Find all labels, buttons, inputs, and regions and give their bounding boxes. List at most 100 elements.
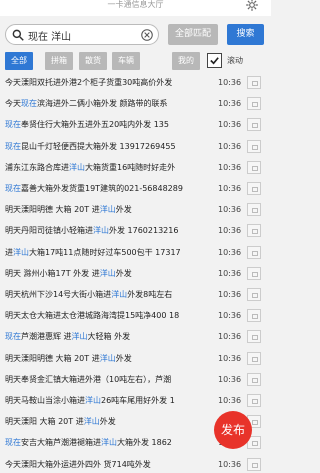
search-button[interactable]: 搜索 — [227, 24, 264, 45]
text-segment: 外发8吨左右 — [127, 290, 173, 299]
list-item-text: 今天溧阳双托进外港2个柜子货重30吨高价外发 — [5, 74, 210, 91]
copy-icon[interactable] — [247, 97, 261, 111]
filter-row: 全部 拼箱 散货 车辆 我的 滚动 — [0, 52, 271, 70]
text-segment: 外发 — [115, 268, 132, 278]
text-segment: 明天丹阳司徒镇小轻箱进 — [5, 226, 93, 236]
scroll-checkbox[interactable] — [207, 53, 222, 68]
text-segment: 外发 1760213216 — [109, 226, 179, 236]
keyword-highlight: 洋山 — [85, 396, 101, 405]
list-item-time: 10:36 — [218, 268, 242, 278]
text-segment: 嘉善大箱外发货重19T建筑的021-56848289 — [21, 184, 183, 193]
copy-icon[interactable] — [247, 372, 261, 386]
text-segment: 明天溧阳 大箱 20T 进 — [5, 417, 84, 427]
list-item-text: 进洋山大箱17吨11点随时好过车500包干 17317 — [5, 244, 210, 261]
copy-icon[interactable] — [247, 394, 261, 407]
copy-icon[interactable] — [247, 224, 261, 238]
list-item[interactable]: 今天溧阳大箱外运进外四外 货714吨外发 10:36 — [0, 456, 271, 473]
list-item-time: 10:36 — [218, 374, 242, 384]
keyword-highlight: 洋山 — [99, 268, 116, 278]
copy-icon[interactable] — [247, 309, 261, 323]
list-item[interactable]: 现在嘉善大箱外发货重19T建筑的021-56848289 10:36 — [0, 180, 271, 197]
text-segment: 外发 — [115, 205, 132, 215]
gear-icon[interactable] — [245, 0, 259, 12]
text-segment: 安吉大箱芦潮港褪箱进 — [21, 438, 101, 448]
copy-icon[interactable] — [247, 457, 261, 471]
list-item-time: 10:36 — [218, 141, 242, 151]
copy-icon[interactable] — [247, 118, 261, 132]
text-segment: 明天溧阳明德 大箱 20T 进 — [5, 205, 100, 215]
copy-icon[interactable] — [247, 245, 261, 259]
copy-icon[interactable] — [247, 139, 261, 153]
top-bar: 一卡通信息大厅 — [0, 0, 271, 16]
publish-button[interactable]: 发布 — [214, 411, 252, 449]
list-item-time: 10:36 — [218, 290, 242, 299]
list-item[interactable]: 明天奉贤金汇镇大箱进外港（10吨左右），芦潮 10:36 — [0, 371, 271, 388]
list-item-text: 现在奉贤住行大箱外五进外五20吨内外发 135 — [5, 116, 210, 133]
list-item-text: 明天溧阳明德 大箱 20T 进洋山外发 — [5, 201, 210, 218]
text-segment: 大箱货重16吨随时好走外 — [85, 162, 176, 172]
list-item-text: 明天杭州下沙14号大街小箱进洋山外发8吨左右 — [5, 286, 210, 303]
match-all-button[interactable]: 全部匹配 — [168, 24, 218, 45]
list-item[interactable]: 明天丹阳司徒镇小轻箱进洋山外发 1760213216 10:36 — [0, 222, 271, 239]
list-item-text: 现在安吉大箱芦潮港褪箱进洋山大箱外发 1862 — [5, 434, 210, 451]
text-segment: 今天溧阳双托进外港2个柜子货重30吨高价外发 — [5, 78, 173, 87]
copy-icon[interactable] — [247, 203, 261, 217]
copy-icon[interactable] — [247, 160, 261, 174]
keyword-highlight: 洋山 — [69, 162, 85, 172]
list-item[interactable]: 明天 滁州小箱17T 外发 进洋山外发 10:36 — [0, 265, 271, 282]
text-segment: 进 — [5, 247, 13, 257]
copy-icon[interactable] — [247, 351, 261, 365]
list-item[interactable]: 今天溧阳双托进外港2个柜子货重30吨高价外发 10:36 — [0, 74, 271, 91]
copy-icon[interactable] — [247, 266, 261, 280]
list-item[interactable]: 明天溧阳明德 大箱 20T 进洋山外发 10:36 — [0, 201, 271, 218]
list-item[interactable]: 明天溧阳明德 大箱 20T 进洋山外发 10:36 — [0, 350, 271, 367]
search-input[interactable] — [28, 27, 138, 43]
search-box[interactable] — [5, 24, 159, 45]
keyword-highlight: 洋山 — [101, 438, 117, 448]
keyword-highlight: 现在 — [5, 184, 21, 193]
filter-bulk[interactable]: 散货 — [79, 52, 107, 70]
copy-icon[interactable] — [247, 76, 261, 89]
list-item-text: 明天奉贤金汇镇大箱进外港（10吨左右），芦潮 — [5, 371, 210, 388]
filter-vehicle[interactable]: 车辆 — [112, 52, 140, 70]
keyword-highlight: 洋山 — [99, 205, 116, 215]
list-item[interactable]: 明天马鞍山当涂小箱进洋山26吨车尾用好外发 1 10:36 — [0, 392, 271, 409]
list-item[interactable]: 今天现在滨海进外二俩小箱外发 颜路带的联系 10:36 — [0, 95, 271, 112]
list-item-text: 现在嘉善大箱外发货重19T建筑的021-56848289 — [5, 180, 210, 197]
copy-icon[interactable] — [247, 288, 261, 301]
list-item[interactable]: 现在芦潮港惠辉 进洋山大轻箱 外发 10:36 — [0, 328, 271, 345]
list-item[interactable]: 明天杭州下沙14号大街小箱进洋山外发8吨左右 10:36 — [0, 286, 271, 303]
list-item-text: 现在芦潮港惠辉 进洋山大轻箱 外发 — [5, 328, 210, 345]
list-item-time: 10:36 — [218, 205, 242, 215]
search-row: 全部匹配 搜索 — [0, 18, 271, 50]
list-item[interactable]: 现在奉贤住行大箱外五进外五20吨内外发 135 10:36 — [0, 116, 271, 133]
text-segment: 明天溧阳明德 大箱 20T 进 — [5, 353, 100, 363]
list-item-time: 10:36 — [218, 78, 242, 87]
text-segment: 滨海进外二俩小箱外发 颜路带的联系 — [37, 99, 168, 109]
filter-all[interactable]: 全部 — [5, 52, 33, 70]
list-item-text: 明天丹阳司徒镇小轻箱进洋山外发 1760213216 — [5, 222, 210, 239]
keyword-highlight: 洋山 — [83, 417, 100, 427]
list-item[interactable]: 现在昆山千灯轻便西提大箱外发 13917269455 10:36 — [0, 138, 271, 155]
text-segment: 芦潮港惠辉 进 — [21, 332, 72, 342]
text-segment: 明天奉贤金汇镇大箱进外港（10吨左右），芦潮 — [5, 374, 172, 384]
clear-icon[interactable] — [140, 28, 154, 42]
text-segment: 明天马鞍山当涂小箱进 — [5, 396, 85, 405]
list-item[interactable]: 进洋山大箱17吨11点随时好过车500包干 17317 10:36 — [0, 244, 271, 261]
list-item-text: 今天现在滨海进外二俩小箱外发 颜路带的联系 — [5, 95, 210, 112]
list-item-time: 10:36 — [218, 162, 242, 172]
filter-consolidation[interactable]: 拼箱 — [45, 52, 73, 70]
filter-mine[interactable]: 我的 — [172, 52, 200, 70]
app-title: 一卡通信息大厅 — [107, 0, 164, 9]
copy-icon[interactable] — [247, 182, 261, 195]
list-item-text: 浦东江东路合库进洋山大箱货重16吨随时好走外 — [5, 159, 210, 176]
text-segment: 外发 — [99, 417, 116, 427]
text-segment: 外发 — [115, 353, 132, 363]
text-segment: 今天 — [5, 99, 21, 109]
text-segment: 大箱外发 1862 — [117, 438, 172, 448]
list-item[interactable]: 明天太仓大箱进太仓港城路海湾提15吨净400 18 10:36 — [0, 307, 271, 324]
list-item-time: 10:36 — [218, 311, 242, 321]
copy-icon[interactable] — [247, 330, 261, 344]
keyword-highlight: 洋山 — [99, 353, 116, 363]
list-item[interactable]: 浦东江东路合库进洋山大箱货重16吨随时好走外 10:36 — [0, 159, 271, 176]
